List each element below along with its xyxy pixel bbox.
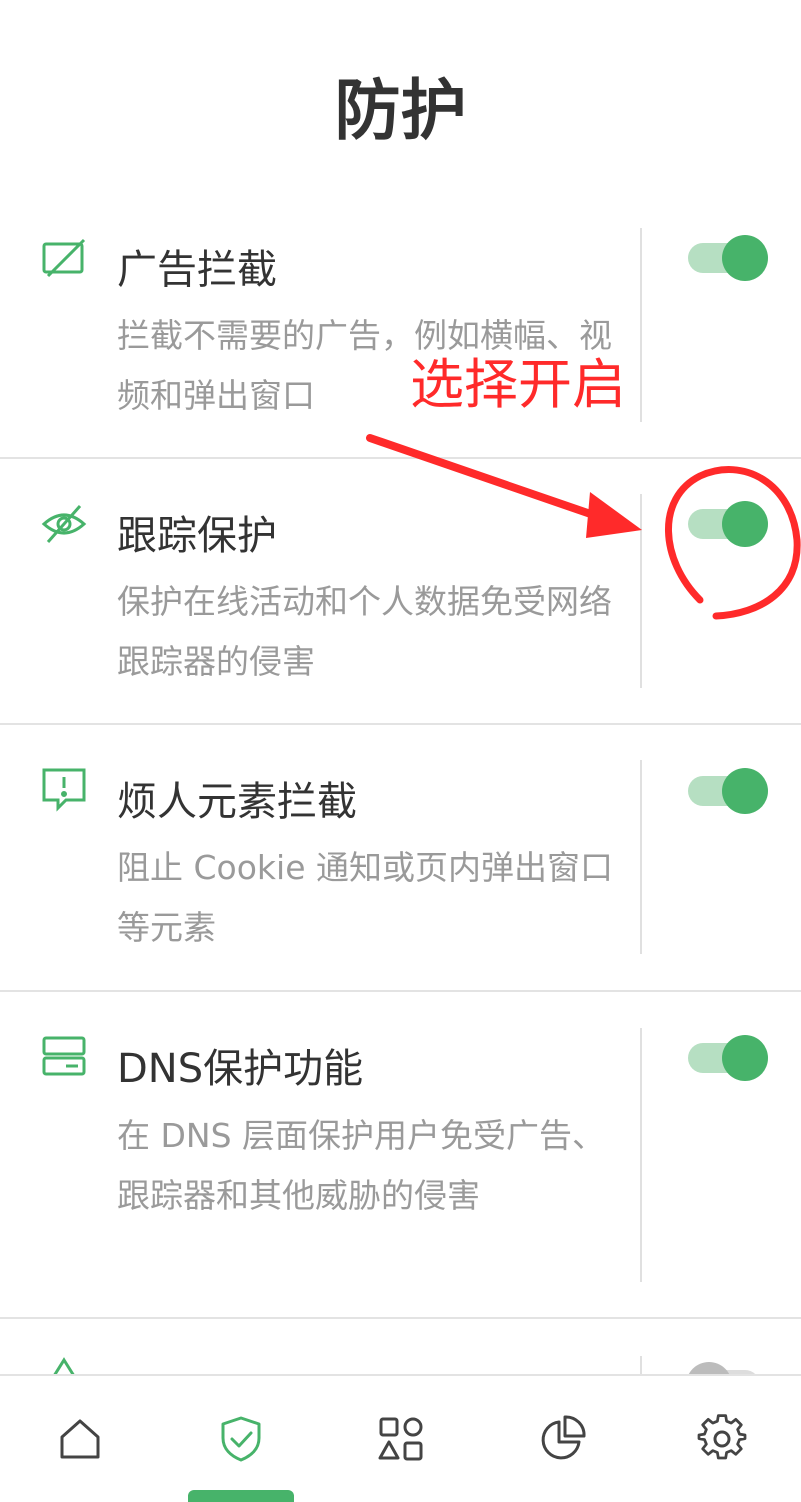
page-title: 防护 xyxy=(334,72,467,149)
nav-home-icon[interactable] xyxy=(55,1414,105,1464)
row-divider xyxy=(640,494,642,688)
row-separator xyxy=(0,1317,801,1319)
eye-off-icon xyxy=(40,500,88,548)
nav-active-indicator xyxy=(188,1490,294,1502)
nav-gear-icon[interactable] xyxy=(697,1414,747,1464)
message-alert-icon xyxy=(40,766,88,814)
nav-shield-check-icon[interactable] xyxy=(216,1414,266,1464)
tracking-protection-toggle[interactable] xyxy=(686,501,768,547)
ad-block-title: 广告拦截 xyxy=(117,247,277,293)
annotation-text: 选择开启 xyxy=(410,353,626,416)
ad-block-toggle[interactable] xyxy=(686,235,768,281)
annoyance-block-description: 阻止 Cookie 通知或页内弹出窗口等元素 xyxy=(117,848,613,947)
annoyance-block-title: 烦人元素拦截 xyxy=(117,779,357,825)
row-divider xyxy=(640,760,642,954)
server-icon xyxy=(40,1034,88,1082)
annotation-arrow-head xyxy=(586,492,642,538)
nav-apps-icon[interactable] xyxy=(376,1414,426,1464)
tracking-protection-description: 保护在线活动和个人数据免受网络跟踪器的侵害 xyxy=(117,582,612,681)
ad-block-icon xyxy=(40,234,88,282)
annotation-overlay xyxy=(366,434,801,620)
annotation-arrow-line xyxy=(366,434,612,524)
dns-protection-toggle[interactable] xyxy=(686,1035,768,1081)
row-separator xyxy=(0,723,801,725)
row-divider xyxy=(640,228,642,422)
bottom-navigation xyxy=(0,1374,801,1502)
nav-pie-chart-icon[interactable] xyxy=(537,1414,587,1464)
annoyance-block-toggle[interactable] xyxy=(686,768,768,814)
dns-protection-title: DNS保护功能 xyxy=(117,1046,364,1092)
row-divider xyxy=(640,1356,642,1376)
tracking-protection-title: 跟踪保护 xyxy=(117,513,277,559)
dns-protection-description: 在 DNS 层面保护用户免受广告、跟踪器和其他威胁的侵害 xyxy=(117,1116,606,1215)
row-separator xyxy=(0,457,801,459)
row-separator xyxy=(0,990,801,992)
row-divider xyxy=(640,1028,642,1282)
